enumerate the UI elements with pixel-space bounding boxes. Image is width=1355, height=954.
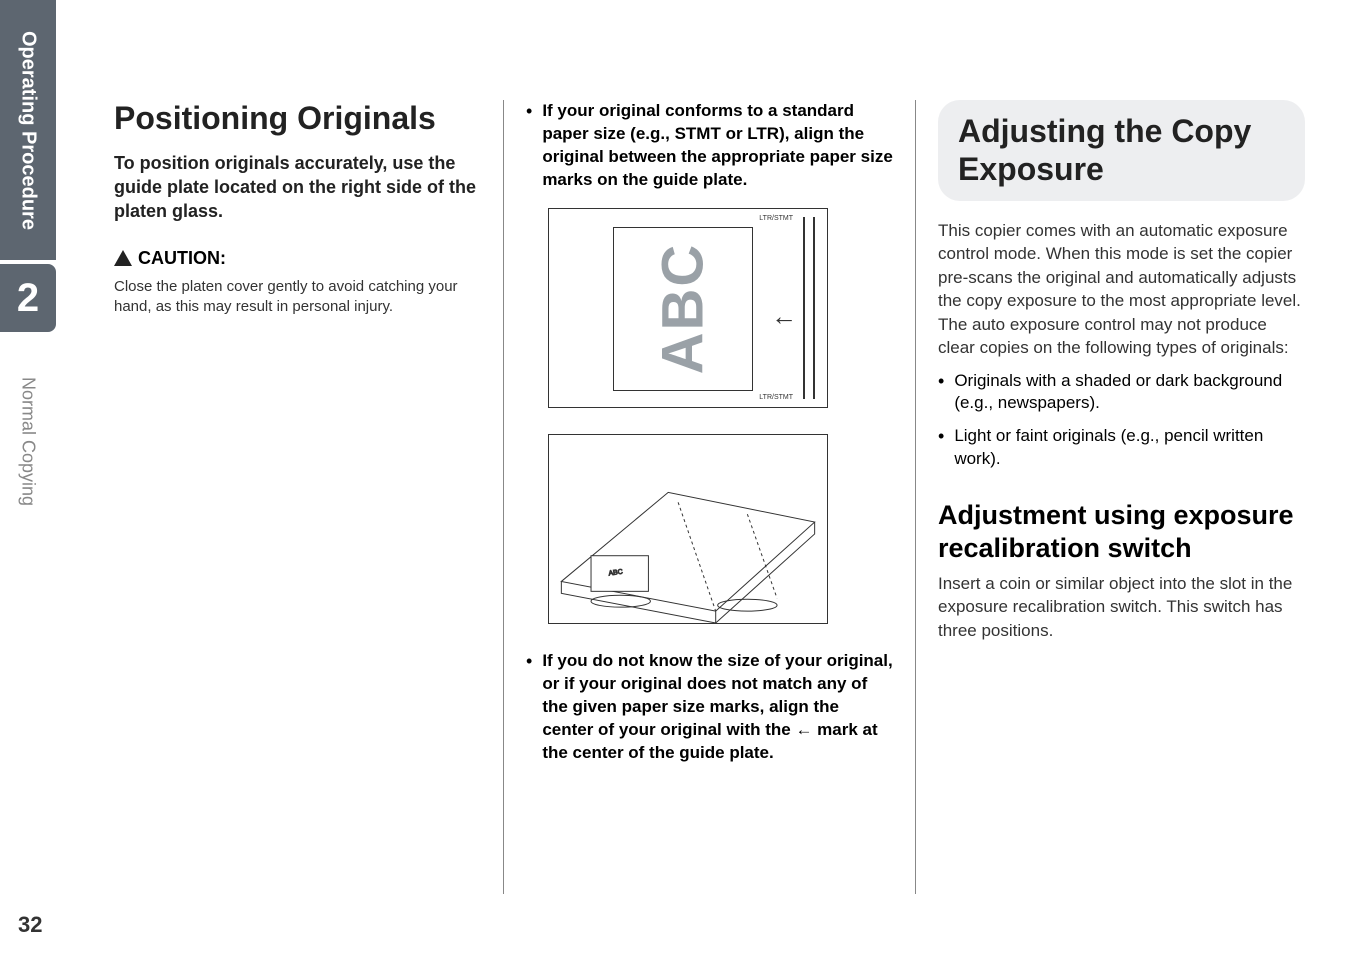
illustration-guide-plate: LTR/STMT ABC ← LTR/STMT <box>548 208 828 408</box>
heading-adjusting-exposure: Adjusting the Copy Exposure <box>938 100 1305 201</box>
sidebar-tab-normal-copying: Normal Copying <box>0 332 56 552</box>
recalibration-body: Insert a coin or similar object into the… <box>938 572 1305 642</box>
copier-svg: ABC <box>549 435 827 623</box>
abc-text: ABC <box>649 243 716 375</box>
bullet-dot: • <box>938 370 944 416</box>
illustration-copier-platen: ABC <box>548 434 828 624</box>
bullet2-arrow-icon: ← <box>795 720 812 739</box>
column-3: Adjusting the Copy Exposure This copier … <box>916 100 1327 894</box>
sidebar: Operating Procedure 2 Normal Copying <box>0 0 56 954</box>
list2-text: Light or faint originals (e.g., pencil w… <box>954 425 1305 471</box>
subheading-recalibration: Adjustment using exposure recalibration … <box>938 499 1305 564</box>
bullet-dot: • <box>526 650 532 765</box>
column-1: Positioning Originals To position origin… <box>92 100 504 894</box>
list-item-faint: • Light or faint originals (e.g., pencil… <box>938 425 1305 471</box>
list-item-shaded: • Originals with a shaded or dark backgr… <box>938 370 1305 416</box>
bullet-dot: • <box>938 425 944 471</box>
marks-bottom-label: LTR/STMT <box>759 394 793 401</box>
original-sheet: ABC <box>613 227 753 391</box>
bullet-standard-size: • If your original conforms to a standar… <box>526 100 893 192</box>
column-2: • If your original conforms to a standar… <box>504 100 916 894</box>
chapter-number-badge: 2 <box>0 264 56 332</box>
marks-top-label: LTR/STMT <box>759 215 793 222</box>
warning-icon <box>114 250 132 266</box>
sidebar-tab-operating-procedure: Operating Procedure <box>0 0 56 260</box>
intro-text: To position originals accurately, use th… <box>114 151 481 224</box>
heading-positioning-originals: Positioning Originals <box>114 100 481 137</box>
left-arrow-icon: ← <box>771 301 797 332</box>
guide-line <box>803 217 805 399</box>
caution-body: Close the platen cover gently to avoid c… <box>114 277 481 318</box>
page-number: 32 <box>18 912 42 938</box>
bullet-dot: • <box>526 100 532 192</box>
bullet-unknown-size: • If you do not know the size of your or… <box>526 650 893 765</box>
caution-label: CAUTION: <box>138 248 226 269</box>
bullet1-text: If your original conforms to a standard … <box>542 100 893 192</box>
list1-text: Originals with a shaded or dark backgrou… <box>954 370 1305 416</box>
main-content: Positioning Originals To position origin… <box>92 100 1327 894</box>
caution-heading: CAUTION: <box>114 248 481 269</box>
exposure-body-text: This copier comes with an automatic expo… <box>938 219 1305 360</box>
guide-line-2 <box>813 217 815 399</box>
bullet2-text: If you do not know the size of your orig… <box>542 650 893 765</box>
